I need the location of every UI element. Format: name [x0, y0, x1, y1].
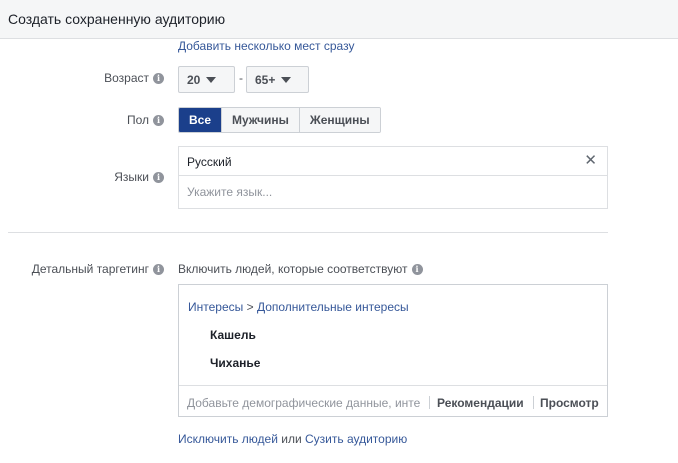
interests-category-link[interactable]: Интересы [188, 300, 243, 314]
info-icon[interactable]: i [153, 263, 164, 275]
detailed-targeting-search-input[interactable]: Добавьте демографические данные, инте [187, 396, 423, 410]
detailed-targeting-label-row: Детальный таргетинг i [20, 262, 164, 276]
close-icon[interactable]: ✕ [584, 153, 597, 169]
divider [533, 396, 534, 409]
recommendations-button[interactable]: Рекомендации [437, 396, 524, 410]
languages-label-row: Языки i [20, 170, 164, 184]
info-icon[interactable]: i [411, 263, 423, 275]
caret-down-icon [206, 76, 217, 83]
exclude-people-link[interactable]: Исключить людей [178, 432, 278, 446]
age-range-dash: - [239, 71, 243, 85]
targeting-footer-links: Исключить людей или Сузить аудиторию [178, 432, 407, 446]
interest-item[interactable]: Кашель [210, 328, 256, 342]
age-max-select[interactable]: 65+ [246, 66, 309, 93]
gender-label-row: Пол i [20, 113, 164, 127]
browse-button[interactable]: Просмотр [540, 396, 599, 410]
age-min-value: 20 [187, 72, 201, 87]
caret-down-icon [281, 76, 292, 83]
section-divider [8, 232, 608, 233]
language-search-input[interactable]: Укажите язык... [187, 185, 272, 199]
path-separator: > [243, 300, 257, 314]
age-label: Возраст [104, 71, 149, 85]
age-label-row: Возраст i [20, 71, 164, 85]
gender-men-button[interactable]: Мужчины [222, 108, 300, 132]
age-min-select[interactable]: 20 [178, 66, 235, 93]
dialog-header: Создать сохраненную аудиторию [0, 0, 678, 39]
gender-women-button[interactable]: Женщины [299, 108, 380, 132]
languages-label: Языки [114, 170, 149, 184]
detailed-targeting-box: Интересы > Дополнительные интересы Кашел… [178, 284, 608, 417]
selected-language-token: Русский ✕ [179, 147, 607, 176]
info-icon[interactable]: i [153, 114, 164, 126]
detailed-targeting-caption-row: Включить людей, которые соответствуют i [178, 262, 423, 276]
divider [429, 396, 430, 409]
age-max-value: 65+ [255, 72, 276, 87]
or-text: или [277, 432, 305, 446]
narrow-audience-link[interactable]: Сузить аудиторию [305, 432, 407, 446]
additional-interests-link[interactable]: Дополнительные интересы [257, 300, 409, 314]
gender-label: Пол [126, 113, 149, 127]
languages-field: Русский ✕ Укажите язык... [178, 146, 608, 209]
selected-language-label: Русский [187, 155, 232, 169]
info-icon[interactable]: i [153, 171, 164, 183]
detailed-targeting-label: Детальный таргетинг [31, 262, 149, 276]
detailed-targeting-caption: Включить людей, которые соответствуют [178, 262, 408, 276]
info-icon[interactable]: i [153, 72, 164, 84]
detailed-targeting-input-bar: Добавьте демографические данные, инте Ре… [179, 385, 607, 417]
interest-item[interactable]: Чиханье [210, 356, 260, 370]
gender-all-button[interactable]: Все [179, 108, 223, 132]
add-multiple-locations-link[interactable]: Добавить несколько мест сразу [178, 39, 354, 53]
dialog-title: Создать сохраненную аудиторию [8, 11, 226, 27]
interest-category-path: Интересы > Дополнительные интересы [188, 300, 409, 314]
gender-toggle-group: Все Мужчины Женщины [178, 107, 381, 133]
